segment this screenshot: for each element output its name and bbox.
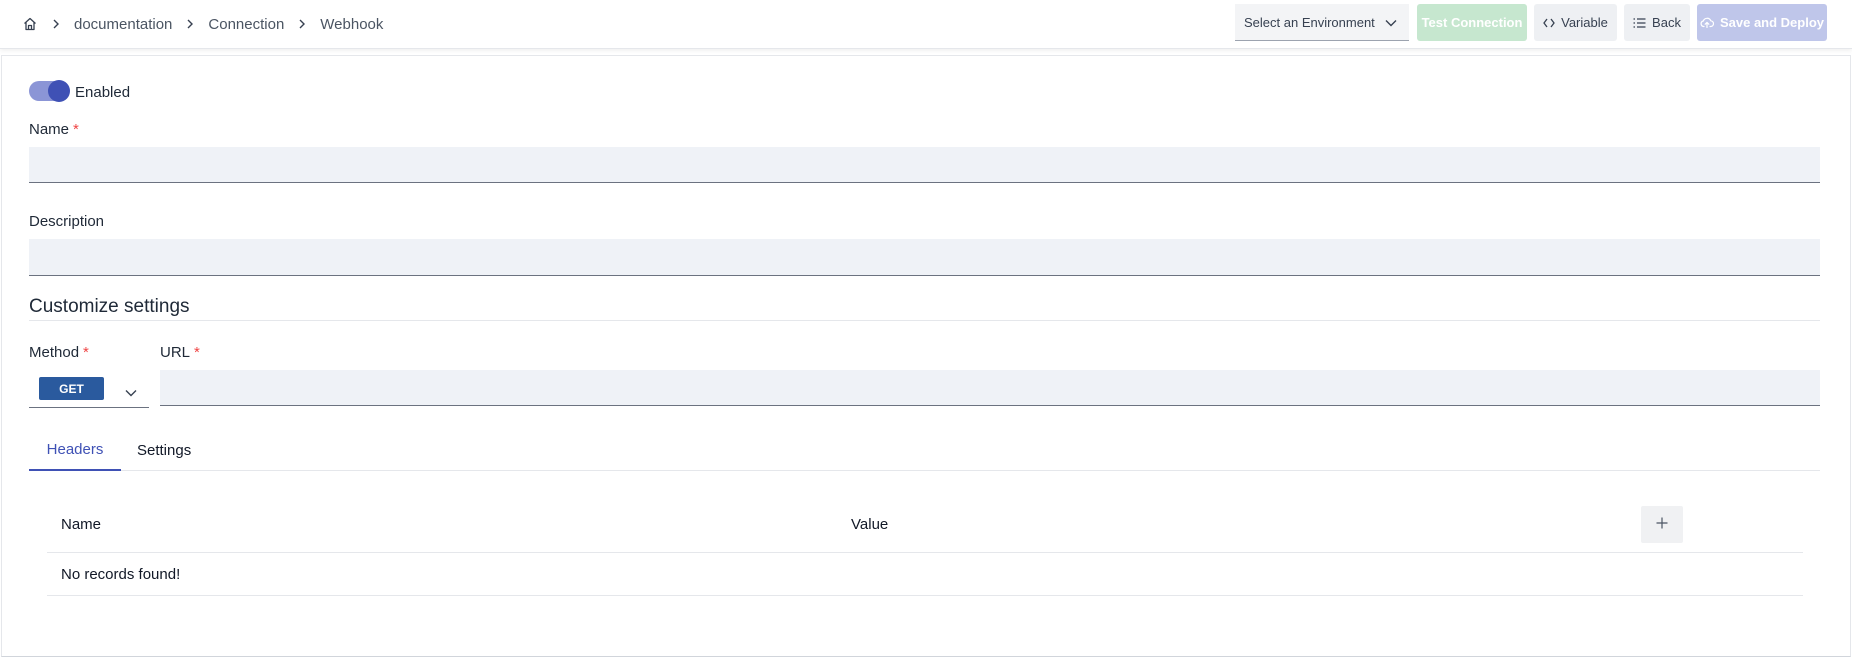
top-bar: documentation Connection Webhook Select … [0, 0, 1852, 49]
chevron-down-icon [125, 384, 137, 397]
add-header-button[interactable] [1641, 506, 1683, 543]
description-label-text: Description [29, 213, 105, 230]
cloud-upload-icon [1700, 17, 1714, 28]
list-icon [1633, 17, 1646, 28]
section-divider [29, 320, 1820, 321]
name-label-text: Name [29, 121, 70, 138]
save-and-deploy-label: Save and Deploy [1719, 15, 1825, 30]
breadcrumb-connection[interactable]: Connection [208, 16, 284, 33]
headers-table: Name Value No records found! [47, 497, 1803, 596]
home-icon[interactable] [22, 16, 38, 32]
variable-button[interactable]: Variable [1534, 4, 1617, 41]
chevron-down-icon [1385, 15, 1397, 30]
method-field-label: Method * [29, 344, 89, 361]
url-label-text: URL [160, 344, 191, 361]
save-and-deploy-button[interactable]: Save and Deploy [1697, 4, 1827, 41]
url-field-label: URL * [160, 344, 200, 361]
back-button[interactable]: Back [1624, 4, 1690, 41]
required-mark: * [73, 121, 79, 138]
tab-headers[interactable]: Headers [29, 430, 121, 471]
column-header-name: Name [61, 516, 102, 533]
tab-settings[interactable]: Settings [137, 430, 217, 471]
test-connection-button[interactable]: Test Connection [1417, 4, 1527, 41]
plus-icon [1656, 516, 1668, 533]
method-label-text: Method [29, 344, 80, 361]
environment-select-label: Select an Environment [1244, 14, 1375, 30]
test-connection-label: Test Connection [1421, 15, 1523, 30]
enabled-label: Enabled [75, 84, 131, 101]
required-mark: * [194, 344, 200, 361]
tab-bar: Headers Settings [29, 430, 1820, 471]
breadcrumb: documentation Connection Webhook [22, 16, 383, 33]
name-input[interactable] [29, 147, 1820, 183]
empty-state-text: No records found! [61, 566, 181, 583]
back-label: Back [1652, 15, 1681, 30]
chevron-right-icon [185, 19, 195, 29]
description-field-label: Description [29, 213, 104, 230]
method-badge: GET [39, 377, 104, 400]
breadcrumb-documentation[interactable]: documentation [74, 16, 172, 33]
toggle-knob [48, 80, 70, 102]
enabled-toggle[interactable] [29, 80, 70, 102]
code-icon [1543, 18, 1555, 28]
description-input[interactable] [29, 239, 1820, 276]
table-header-row: Name Value [47, 497, 1803, 553]
column-header-value: Value [851, 516, 889, 533]
chevron-right-icon [51, 19, 61, 29]
method-select[interactable]: GET [29, 370, 149, 408]
url-input[interactable] [160, 370, 1820, 406]
name-field-label: Name * [29, 121, 79, 138]
environment-select[interactable]: Select an Environment [1235, 4, 1409, 41]
breadcrumb-current: Webhook [320, 15, 384, 33]
variable-label: Variable [1561, 15, 1608, 30]
chevron-right-icon [297, 19, 307, 29]
table-row: No records found! [47, 553, 1803, 596]
section-title: Customize settings [29, 296, 190, 317]
required-mark: * [83, 344, 89, 361]
